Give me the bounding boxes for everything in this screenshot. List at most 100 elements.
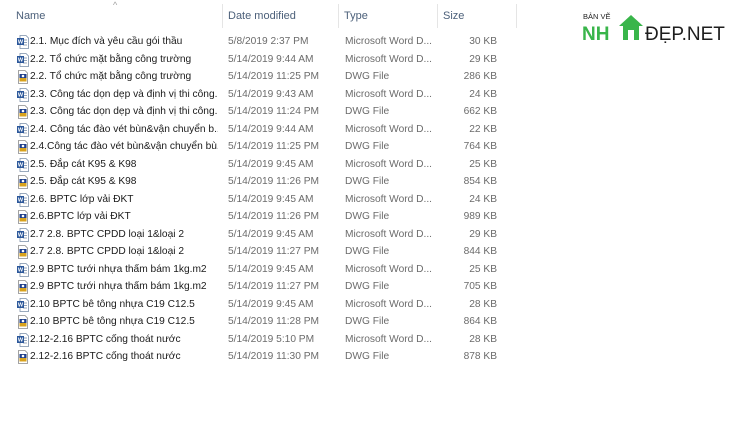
file-name: 2.6.BPTC lớp vải ĐKT bbox=[30, 211, 131, 222]
file-row[interactable]: W 2.12-2.16 BPTC cống thoát nước 5/14/2019… bbox=[0, 331, 530, 349]
file-row[interactable]: W 2.5. Đắp cát K95 & K98 5/14/2019 9:45 AM… bbox=[0, 156, 530, 174]
file-name: 2.5. Đắp cát K95 & K98 bbox=[30, 176, 137, 187]
file-type: DWG File bbox=[345, 211, 390, 222]
word-doc-icon: W bbox=[17, 52, 29, 67]
file-date-modified: 5/14/2019 9:45 AM bbox=[228, 193, 314, 205]
logo-text-right: ĐẸP.NET bbox=[645, 24, 725, 45]
file-type: Microsoft Word D... bbox=[345, 333, 432, 345]
column-header-name[interactable]: Name bbox=[10, 0, 223, 32]
column-header-size[interactable]: Size bbox=[437, 0, 517, 32]
file-row[interactable]: W 2.1. Mục đích và yêu cầu gói thầu 5/8/20… bbox=[0, 33, 530, 51]
file-size: 764 KB bbox=[463, 141, 497, 152]
file-type: Microsoft Word D... bbox=[345, 298, 432, 310]
file-date-modified: 5/14/2019 11:27 PM bbox=[228, 246, 320, 257]
file-size: 22 KB bbox=[469, 123, 497, 135]
column-header-date-modified[interactable]: Date modified bbox=[222, 0, 339, 32]
dwg-file-icon bbox=[18, 210, 28, 224]
svg-text:W: W bbox=[18, 197, 24, 203]
file-name: 2.4.Công tác đào vét bùn&vận chuyển bù..… bbox=[30, 141, 218, 152]
file-name: 2.5. Đắp cát K95 & K98 bbox=[30, 158, 137, 170]
file-type: Microsoft Word D... bbox=[345, 193, 432, 205]
svg-text:W: W bbox=[18, 302, 24, 308]
word-doc-icon: W bbox=[17, 87, 29, 102]
dwg-file-icon bbox=[18, 350, 28, 364]
file-row[interactable]: W 2.4. Công tác đào vét bùn&vận chuyển b.… bbox=[0, 121, 530, 139]
file-row[interactable]: W 2.7 2.8. BPTC CPDD loại 1&loại 2 5/14/20… bbox=[0, 226, 530, 244]
file-name: 2.9 BPTC tưới nhựa thấm bám 1kg.m2 bbox=[30, 281, 207, 292]
file-size: 30 KB bbox=[469, 36, 497, 47]
svg-text:W: W bbox=[18, 127, 24, 133]
file-size: 878 KB bbox=[463, 351, 497, 362]
file-type: Microsoft Word D... bbox=[345, 53, 432, 65]
file-size: 29 KB bbox=[469, 53, 497, 65]
file-size: 28 KB bbox=[469, 333, 497, 345]
file-size: 24 KB bbox=[469, 193, 497, 205]
file-size: 29 KB bbox=[469, 228, 497, 240]
file-date-modified: 5/14/2019 9:44 AM bbox=[228, 53, 314, 65]
file-size: 25 KB bbox=[469, 263, 497, 275]
svg-text:W: W bbox=[18, 232, 24, 238]
file-type: Microsoft Word D... bbox=[345, 228, 432, 240]
file-row[interactable]: 2.5. Đắp cát K95 & K98 5/14/2019 11:26 PM… bbox=[0, 173, 530, 191]
file-type: DWG File bbox=[345, 71, 390, 82]
file-type: Microsoft Word D... bbox=[345, 123, 432, 135]
file-type: DWG File bbox=[345, 281, 390, 292]
dwg-file-icon bbox=[18, 70, 28, 84]
dwg-file-icon bbox=[18, 315, 28, 329]
file-date-modified: 5/14/2019 9:45 AM bbox=[228, 158, 314, 170]
file-name: 2.3. Công tác dọn dẹp và định vị thi côn… bbox=[30, 88, 218, 100]
file-name: 2.2. Tổ chức mặt bằng công trường bbox=[30, 71, 192, 82]
file-name: 2.10 BPTC bê tông nhựa C19 C12.5 bbox=[30, 316, 195, 327]
file-date-modified: 5/14/2019 11:25 PM bbox=[228, 71, 320, 82]
file-date-modified: 5/14/2019 9:43 AM bbox=[228, 88, 314, 100]
file-date-modified: 5/14/2019 11:30 PM bbox=[228, 351, 320, 362]
file-date-modified: 5/14/2019 11:26 PM bbox=[228, 211, 320, 222]
logo-text-left: NH bbox=[582, 24, 609, 45]
column-header-type[interactable]: Type bbox=[338, 0, 438, 32]
file-name: 2.10 BPTC bê tông nhựa C19 C12.5 bbox=[30, 298, 195, 310]
word-doc-icon: W bbox=[17, 262, 29, 277]
file-row[interactable]: W 2.9 BPTC tưới nhựa thấm bám 1kg.m2 5/14/… bbox=[0, 261, 530, 279]
file-row[interactable]: 2.3. Công tác dọn dẹp và định vị thi côn… bbox=[0, 103, 530, 121]
file-row[interactable]: W 2.10 BPTC bê tông nhựa C19 C12.5 5/14/20… bbox=[0, 296, 530, 314]
file-row[interactable]: 2.10 BPTC bê tông nhựa C19 C12.5 5/14/201… bbox=[0, 313, 530, 331]
file-name: 2.1. Mục đích và yêu cầu gói thầu bbox=[30, 36, 183, 47]
file-name: 2.12-2.16 BPTC cống thoát nước bbox=[30, 333, 181, 345]
file-type: Microsoft Word D... bbox=[345, 158, 432, 170]
svg-text:W: W bbox=[18, 40, 24, 46]
file-date-modified: 5/14/2019 11:28 PM bbox=[228, 316, 320, 327]
file-size: 989 KB bbox=[463, 211, 497, 222]
file-type: DWG File bbox=[345, 351, 390, 362]
svg-text:W: W bbox=[18, 337, 24, 343]
file-type: DWG File bbox=[345, 106, 390, 117]
file-date-modified: 5/14/2019 9:45 AM bbox=[228, 263, 314, 275]
file-row[interactable]: 2.12-2.16 BPTC cống thoát nước 5/14/2019 … bbox=[0, 348, 530, 366]
file-row[interactable]: 2.2. Tổ chức mặt bằng công trường 5/14/20… bbox=[0, 68, 530, 86]
svg-text:W: W bbox=[18, 267, 24, 273]
file-name: 2.6. BPTC lớp vải ĐKT bbox=[30, 193, 134, 205]
file-row[interactable]: 2.9 BPTC tưới nhựa thấm bám 1kg.m2 5/14/2… bbox=[0, 278, 530, 296]
file-name: 2.3. Công tác dọn dẹp và định vị thi côn… bbox=[30, 106, 218, 117]
dwg-file-icon bbox=[18, 175, 28, 189]
file-row[interactable]: W 2.3. Công tác dọn dẹp và định vị thi cô… bbox=[0, 86, 530, 104]
house-icon bbox=[619, 15, 643, 40]
file-name: 2.2. Tổ chức mặt bằng công trường bbox=[30, 53, 192, 65]
file-row[interactable]: 2.4.Công tác đào vét bùn&vận chuyển bù..… bbox=[0, 138, 530, 156]
file-name: 2.9 BPTC tưới nhựa thấm bám 1kg.m2 bbox=[30, 263, 207, 275]
file-type: DWG File bbox=[345, 141, 390, 152]
word-doc-icon: W bbox=[17, 192, 29, 207]
file-row[interactable]: W 2.6. BPTC lớp vải ĐKT 5/14/2019 9:45 AM M… bbox=[0, 191, 530, 209]
file-name: 2.12-2.16 BPTC cống thoát nước bbox=[30, 351, 181, 362]
file-row[interactable]: 2.7 2.8. BPTC CPDD loại 1&loại 2 5/14/201… bbox=[0, 243, 530, 261]
file-row[interactable]: W 2.2. Tổ chức mặt bằng công trường 5/14/2… bbox=[0, 51, 530, 69]
file-size: 28 KB bbox=[469, 298, 497, 310]
dwg-file-icon bbox=[18, 140, 28, 154]
file-row[interactable]: 2.6.BPTC lớp vải ĐKT 5/14/2019 11:26 PM DW… bbox=[0, 208, 530, 226]
file-date-modified: 5/14/2019 9:45 AM bbox=[228, 228, 314, 240]
word-doc-icon: W bbox=[17, 332, 29, 347]
file-type: Microsoft Word D... bbox=[345, 88, 432, 100]
site-logo: BẢN VẼ NH ĐẸP.NET bbox=[582, 8, 748, 48]
file-type: Microsoft Word D... bbox=[345, 263, 432, 275]
logo-text-top: BẢN VẼ bbox=[583, 12, 611, 21]
file-type: Microsoft Word D... bbox=[345, 36, 432, 47]
